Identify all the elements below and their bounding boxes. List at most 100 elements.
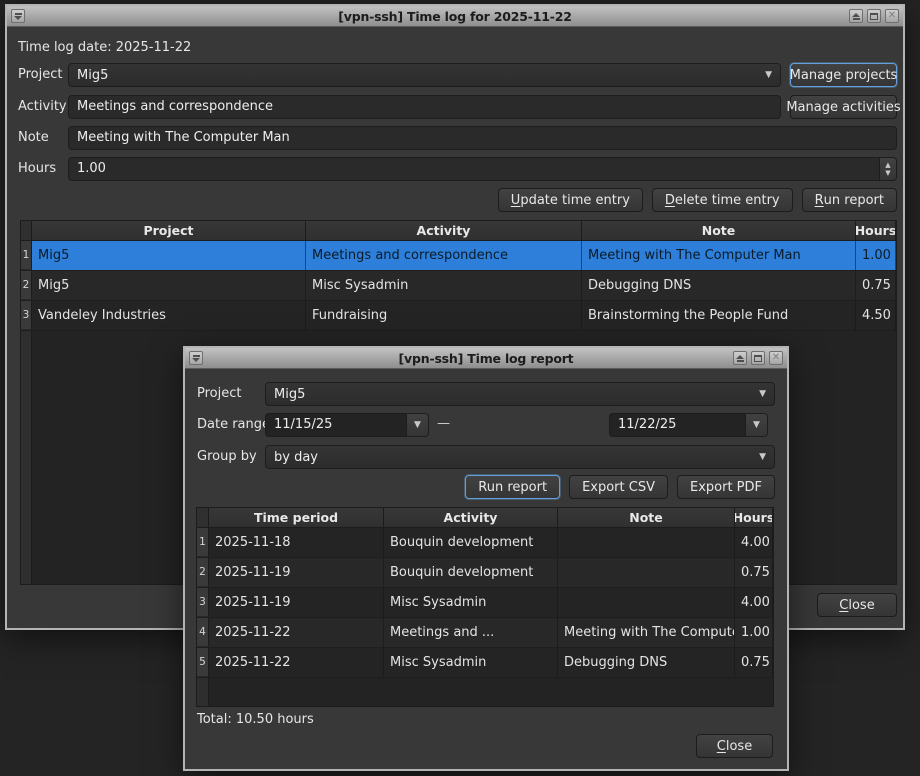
report-run-report-button[interactable]: Run report: [465, 475, 560, 499]
table-row[interactable]: 32025-11-19Misc Sysadmin 4.00: [197, 588, 773, 618]
spinner-buttons[interactable]: ▲ ▼: [879, 158, 896, 180]
group-by-combobox[interactable]: by day ▼: [265, 445, 775, 469]
date-to-picker[interactable]: 11/22/25 ▼: [609, 413, 768, 437]
maximize-icon: [870, 13, 878, 20]
header-note[interactable]: Note: [582, 221, 856, 240]
header-hours[interactable]: Hours: [856, 221, 896, 240]
update-time-entry-button[interactable]: Update time entry: [498, 188, 643, 212]
window-menu-button[interactable]: [11, 9, 25, 23]
table-row[interactable]: 12025-11-18Bouquin development4.00: [197, 528, 773, 558]
header-activity[interactable]: Activity: [384, 508, 558, 527]
date-from-dropdown-button[interactable]: ▼: [406, 414, 428, 436]
hours-label: Hours: [18, 161, 56, 176]
cell-hours: 0.75: [735, 558, 773, 587]
cell-activity: Fundraising: [306, 301, 582, 330]
cell-activity: Misc Sysadmin: [384, 588, 558, 617]
row-number: 2: [21, 271, 32, 300]
desktop: [vpn-ssh] Time log for 2025-11-22 ✕ Time…: [0, 0, 920, 776]
group-by-label: Group by: [197, 449, 257, 464]
header-hours[interactable]: Hours: [735, 508, 773, 527]
manage-projects-button[interactable]: Manage projects: [790, 63, 897, 87]
report-window-title: [vpn-ssh] Time log report: [399, 351, 574, 366]
table-row[interactable]: 42025-11-22Meetings and ...Meeting with …: [197, 618, 773, 648]
menu-arrow-icon: [14, 16, 22, 20]
header-project[interactable]: Project: [32, 221, 306, 240]
menu-icon: [193, 355, 200, 357]
group-by-value: by day: [274, 450, 318, 465]
report-project-combobox[interactable]: Mig5 ▼: [265, 382, 775, 406]
cell-note: Meeting with The Computer Man: [582, 241, 856, 270]
activity-input[interactable]: Meetings and correspondence: [68, 95, 781, 119]
row-number: 5: [197, 648, 209, 677]
table-header: Time period Activity Note Hours: [197, 508, 773, 528]
cell-activity: Misc Sysadmin: [306, 271, 582, 300]
cell-hours: 0.75: [735, 648, 773, 677]
cell-note: [558, 558, 735, 587]
cell-hours: 4.00: [735, 528, 773, 557]
cell-note: [558, 588, 735, 617]
total-hours-text: Total: 10.50 hours: [197, 712, 314, 727]
hours-value: 1.00: [69, 158, 879, 180]
date-to-dropdown-button[interactable]: ▼: [745, 414, 767, 436]
close-window-button[interactable]: ✕: [769, 351, 783, 365]
export-pdf-button[interactable]: Export PDF: [677, 475, 775, 499]
chevron-down-icon: ▼: [765, 70, 772, 80]
cell-period: 2025-11-19: [209, 558, 384, 587]
cell-activity: Bouquin development: [384, 558, 558, 587]
header-time-period[interactable]: Time period: [209, 508, 384, 527]
row-number: 3: [197, 588, 209, 617]
delete-time-entry-button[interactable]: Delete time entry: [652, 188, 793, 212]
menu-icon: [15, 13, 22, 15]
report-titlebar[interactable]: [vpn-ssh] Time log report ✕: [185, 348, 787, 369]
report-project-label: Project: [197, 386, 241, 401]
report-project-value: Mig5: [274, 387, 305, 402]
menu-arrow-icon: [192, 358, 200, 362]
main-action-buttons: Update time entry Delete time entry Run …: [407, 188, 897, 212]
maximize-button[interactable]: [751, 351, 765, 365]
header-activity[interactable]: Activity: [306, 221, 582, 240]
chevron-down-icon: ▼: [759, 452, 766, 462]
cell-hours: 4.00: [735, 588, 773, 617]
cell-hours: 1.00: [735, 618, 773, 647]
run-report-button[interactable]: Run report: [802, 188, 897, 212]
close-icon: ✕: [772, 353, 780, 363]
shade-button[interactable]: [849, 9, 863, 23]
cell-note: Meeting with The Computer...: [558, 618, 735, 647]
cell-period: 2025-11-19: [209, 588, 384, 617]
cell-project: Mig5: [32, 271, 306, 300]
shade-button[interactable]: [733, 351, 747, 365]
maximize-button[interactable]: [867, 9, 881, 23]
cell-project: Mig5: [32, 241, 306, 270]
window-menu-button[interactable]: [189, 351, 203, 365]
report-close-button[interactable]: Close: [696, 734, 773, 758]
cell-hours: 1.00: [856, 241, 896, 270]
hours-spinner[interactable]: 1.00 ▲ ▼: [68, 157, 897, 181]
shade-icon: [736, 355, 744, 359]
table-row[interactable]: 22025-11-19Bouquin development0.75: [197, 558, 773, 588]
manage-activities-button[interactable]: Manage activities: [790, 95, 897, 119]
table-row[interactable]: 52025-11-22Misc SysadminDebugging DNS0.7…: [197, 648, 773, 678]
table-header: Project Activity Note Hours: [21, 221, 896, 241]
time-log-date-label: Time log date: 2025-11-22: [18, 40, 191, 55]
close-window-button[interactable]: ✕: [885, 9, 899, 23]
project-combobox[interactable]: Mig5 ▼: [68, 63, 781, 87]
date-to-value: 11/22/25: [610, 414, 745, 436]
main-titlebar[interactable]: [vpn-ssh] Time log for 2025-11-22 ✕: [7, 6, 903, 27]
cell-project: Vandeley Industries: [32, 301, 306, 330]
note-label: Note: [18, 130, 49, 145]
header-note[interactable]: Note: [558, 508, 735, 527]
date-from-picker[interactable]: 11/15/25 ▼: [265, 413, 429, 437]
spin-up-icon: ▲: [885, 162, 890, 169]
table-row[interactable]: 2Mig5Misc SysadminDebugging DNS0.75: [21, 271, 896, 301]
table-row[interactable]: 1Mig5Meetings and correspondenceMeeting …: [21, 241, 896, 271]
row-number: 1: [197, 528, 209, 557]
export-csv-button[interactable]: Export CSV: [569, 475, 668, 499]
report-table: Time period Activity Note Hours 12025-11…: [196, 507, 774, 707]
note-input[interactable]: Meeting with The Computer Man: [68, 126, 897, 150]
cell-hours: 0.75: [856, 271, 896, 300]
project-value: Mig5: [77, 68, 108, 83]
main-close-button[interactable]: Close: [817, 593, 897, 617]
spin-down-icon: ▼: [885, 170, 890, 177]
cell-activity: Bouquin development: [384, 528, 558, 557]
table-row[interactable]: 3Vandeley IndustriesFundraisingBrainstor…: [21, 301, 896, 331]
